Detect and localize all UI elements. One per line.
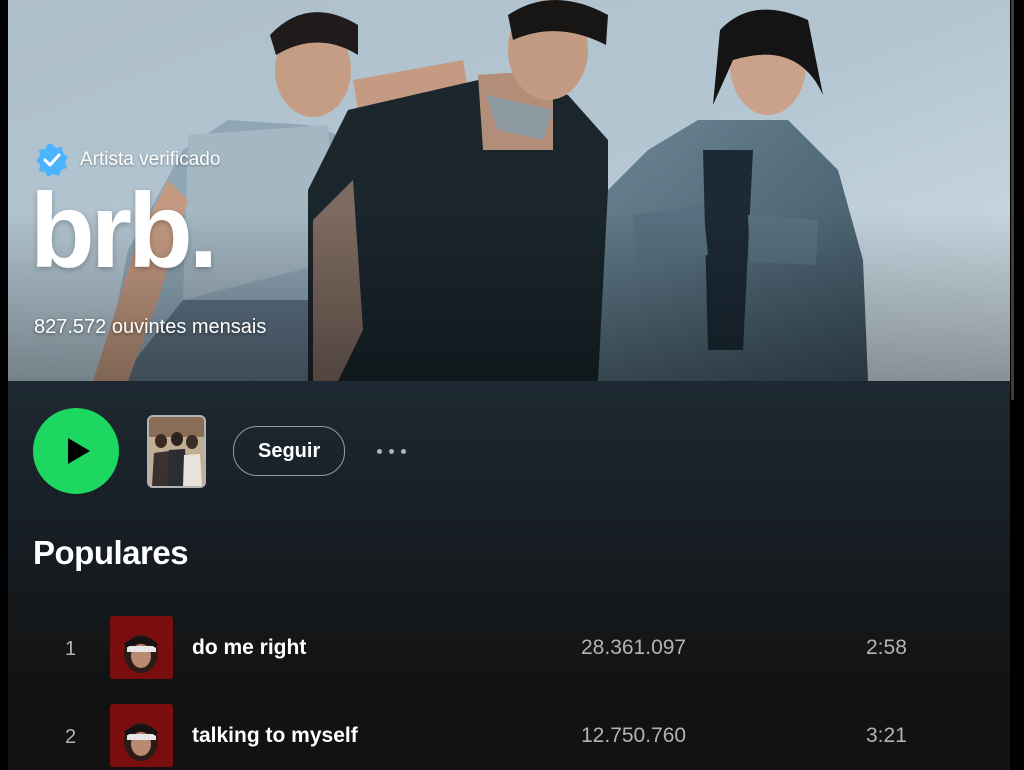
track-title[interactable]: do me right — [192, 636, 306, 660]
track-play-count: 12.750.760 — [581, 724, 687, 747]
play-icon — [68, 438, 90, 464]
artist-page: Artista verificado brb. 827.572 ouvintes… — [8, 0, 1010, 770]
popular-section-title: Populares — [33, 534, 189, 571]
track-play-count: 28.361.097 — [581, 636, 687, 659]
track-number: 1 — [65, 638, 77, 660]
more-options-button[interactable] — [377, 436, 407, 466]
artist-preview-thumbnail[interactable] — [147, 414, 206, 488]
track-row[interactable]: 1 do me right 28.361.097 2:58 — [8, 611, 1010, 699]
artist-content: Seguir Populares 1 do me right 28.361.09… — [8, 381, 1010, 770]
more-dots-icon — [401, 448, 407, 454]
follow-button[interactable]: Seguir — [233, 426, 346, 476]
monthly-listeners: 827.572 ouvintes mensais — [34, 316, 267, 338]
verified-label: Artista verificado — [80, 149, 221, 170]
artist-name: brb. — [30, 172, 218, 290]
action-bar: Seguir — [33, 408, 407, 494]
track-title[interactable]: talking to myself — [192, 724, 358, 748]
preview-photo — [149, 416, 204, 486]
track-number: 2 — [65, 726, 77, 748]
album-art — [110, 616, 173, 679]
track-duration: 2:58 — [866, 636, 907, 659]
more-dots-icon — [389, 448, 395, 454]
play-button[interactable] — [33, 408, 119, 494]
more-dots-icon — [377, 448, 383, 454]
track-cover-image — [110, 616, 173, 679]
scrollbar-thumb[interactable] — [1011, 0, 1014, 400]
album-art — [110, 704, 173, 767]
track-cover-image — [110, 704, 173, 767]
artist-header: Artista verificado brb. 827.572 ouvintes… — [8, 0, 1010, 381]
popular-track-list: 1 do me right 28.361.097 2:58 2 talking … — [8, 611, 1010, 770]
track-duration: 3:21 — [866, 724, 907, 747]
track-row[interactable]: 2 talking to myself 12.750.760 3:21 — [8, 699, 1010, 770]
